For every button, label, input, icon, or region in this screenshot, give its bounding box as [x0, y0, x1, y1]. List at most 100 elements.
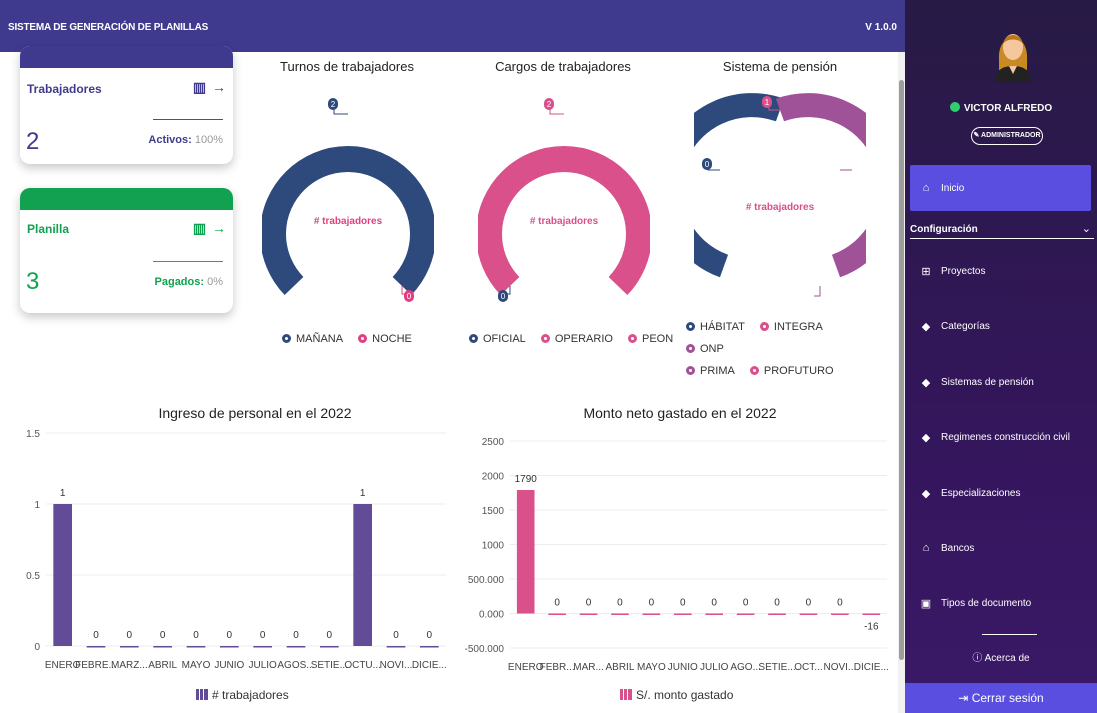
data-label: 0 — [160, 630, 166, 641]
x-tick-label: MAR... — [573, 662, 604, 673]
app-title: SISTEMA DE GENERACIÓN DE PLANILLAS — [8, 22, 209, 33]
callout-value: 0 — [705, 160, 710, 169]
x-tick-label: JULIO — [248, 660, 277, 671]
legend-dot-icon — [686, 344, 695, 353]
legend-label: MAÑANA — [296, 333, 344, 345]
user-name: VICTOR ALFREDO — [905, 102, 1097, 114]
legend-dot-icon — [469, 334, 478, 343]
nav-item-inicio-content[interactable]: ⌂ Inicio — [919, 181, 965, 195]
logout-label: Cerrar sesión — [971, 691, 1044, 705]
payroll-card[interactable]: Planilla ▥ → 3 Pagados: 0% — [20, 188, 233, 313]
bar-legend: S/. monto gastado — [620, 688, 733, 702]
online-status-icon — [949, 102, 960, 112]
app-version: V 1.0.0 — [865, 22, 897, 33]
bar — [516, 489, 535, 614]
bar — [799, 613, 818, 615]
card-status: Pagados: 0% — [155, 276, 223, 288]
nav-label: Sistemas de pensión — [941, 376, 1034, 388]
bar-legend-label: # trabajadores — [212, 688, 289, 702]
about-link[interactable]: ⓘ Acerca de — [905, 649, 1097, 664]
status-label: Activos: — [148, 134, 192, 146]
nav-item-bancos[interactable]: ⌂ Bancos — [919, 541, 975, 555]
nav-label: Inicio — [941, 182, 965, 194]
legend-item[interactable]: ONP — [686, 338, 724, 360]
legend-item[interactable]: MAÑANA — [282, 333, 343, 345]
bank-icon: ⌂ — [922, 542, 930, 554]
id-card-icon: ▣ — [920, 597, 932, 610]
legend-item[interactable]: NOCHE — [358, 333, 412, 345]
donut-legend: HÁBITAT INTEGRA ONP PRIMA PROFUTURO — [686, 316, 876, 382]
nav-item-especializaciones[interactable]: ◆ Especializaciones — [919, 486, 1021, 500]
callout-value: 2 — [547, 100, 552, 109]
legend-label: PRIMA — [700, 365, 735, 377]
data-label: 0 — [427, 630, 433, 641]
x-tick-label: DICIE... — [854, 662, 889, 673]
x-tick-label: FEBR... — [540, 662, 575, 673]
sidebar: VICTOR ALFREDO ✎ ADMINISTRADOR ⌂ Inicio C… — [905, 0, 1097, 713]
donut-title: Turnos de trabajadores — [280, 59, 414, 74]
data-label: 0 — [127, 630, 133, 641]
data-label: 0 — [774, 598, 780, 609]
bar-legend-icon — [196, 689, 208, 700]
legend-item[interactable]: INTEGRA — [759, 316, 823, 338]
bar — [186, 646, 206, 648]
legend-label: PEON — [642, 333, 674, 345]
bar — [831, 613, 849, 615]
workers-card[interactable]: Trabajadores ▥ → 2 Activos: 100% — [20, 46, 233, 164]
callout-line — [814, 286, 821, 297]
chart-arrow-icon[interactable]: ▥ → — [193, 220, 227, 237]
legend-label: NOCHE — [372, 333, 412, 345]
data-label: 0 — [193, 630, 199, 641]
scrollbar-thumb[interactable] — [899, 80, 904, 660]
home-icon: ⌂ — [922, 182, 930, 194]
bar — [86, 646, 106, 648]
pencil-icon: ✎ — [973, 132, 980, 139]
nav-item-tipos-documento[interactable]: ▣ Tipos de documento — [919, 596, 1031, 610]
legend-dot-icon — [759, 322, 769, 331]
bar-chart-title: Ingreso de personal en el 2022 — [158, 405, 352, 421]
y-tick-label: 500.000 — [468, 575, 505, 586]
x-tick-label: JUNIO — [214, 660, 244, 671]
x-tick-label: MAYO — [182, 660, 211, 671]
data-label: 0 — [711, 598, 717, 609]
legend-item[interactable]: PRIMA — [686, 360, 735, 382]
legend-item[interactable]: PROFUTURO — [749, 360, 834, 382]
chart-arrow-icon[interactable]: ▥ → — [193, 79, 227, 96]
data-label: 1790 — [515, 474, 538, 485]
card-title: Planilla — [27, 222, 70, 236]
status-value: 100% — [194, 134, 223, 146]
legend-item[interactable]: PEON — [628, 333, 673, 345]
legend-dot-icon — [540, 334, 550, 343]
legend-item[interactable]: OPERARIO — [540, 333, 613, 345]
card-top-band — [20, 188, 233, 210]
bar — [320, 646, 339, 648]
nav-item-proyectos[interactable]: ⊞ Proyectos — [919, 264, 985, 278]
chevron-down-icon[interactable]: ⌄ — [1082, 222, 1091, 235]
nav-item-sistemas-pension[interactable]: ◆ Sistemas de pensión — [919, 375, 1034, 389]
x-tick-label: NOVI... — [380, 660, 413, 671]
x-tick-label: JUNIO — [668, 662, 698, 673]
about-label: Acerca de — [984, 653, 1030, 664]
logout-button[interactable]: ⇥ Cerrar sesión — [905, 683, 1097, 713]
status-value: 0% — [207, 276, 223, 288]
section-configuracion[interactable]: Configuración — [910, 224, 978, 235]
donut-center-label: # trabajadores — [314, 216, 383, 227]
y-tick-label: 0.5 — [26, 571, 40, 582]
card-top-band — [20, 46, 233, 68]
donut-legend: MAÑANA NOCHE — [282, 333, 424, 345]
user-name-label: VICTOR ALFREDO — [963, 103, 1053, 114]
legend-dot-icon — [282, 334, 291, 343]
callout-value: 2 — [331, 100, 336, 109]
legend-item[interactable]: HÁBITAT — [686, 316, 745, 338]
nav-item-regimenes[interactable]: ◆ Regimenes construcción civil — [919, 430, 1070, 444]
x-tick-label: MAYO — [637, 662, 666, 673]
tags-icon: ◆ — [921, 376, 931, 389]
donut-title: Sistema de pensión — [722, 59, 838, 74]
legend-item[interactable]: OFICIAL — [469, 333, 526, 345]
role-badge[interactable]: ✎ ADMINISTRADOR — [971, 127, 1043, 145]
data-label: 0 — [586, 598, 592, 609]
nav-item-categorias[interactable]: ◆ Categorías — [919, 319, 990, 333]
nav-label: Tipos de documento — [941, 597, 1032, 609]
bar — [579, 613, 598, 615]
data-label: 0 — [260, 630, 266, 641]
